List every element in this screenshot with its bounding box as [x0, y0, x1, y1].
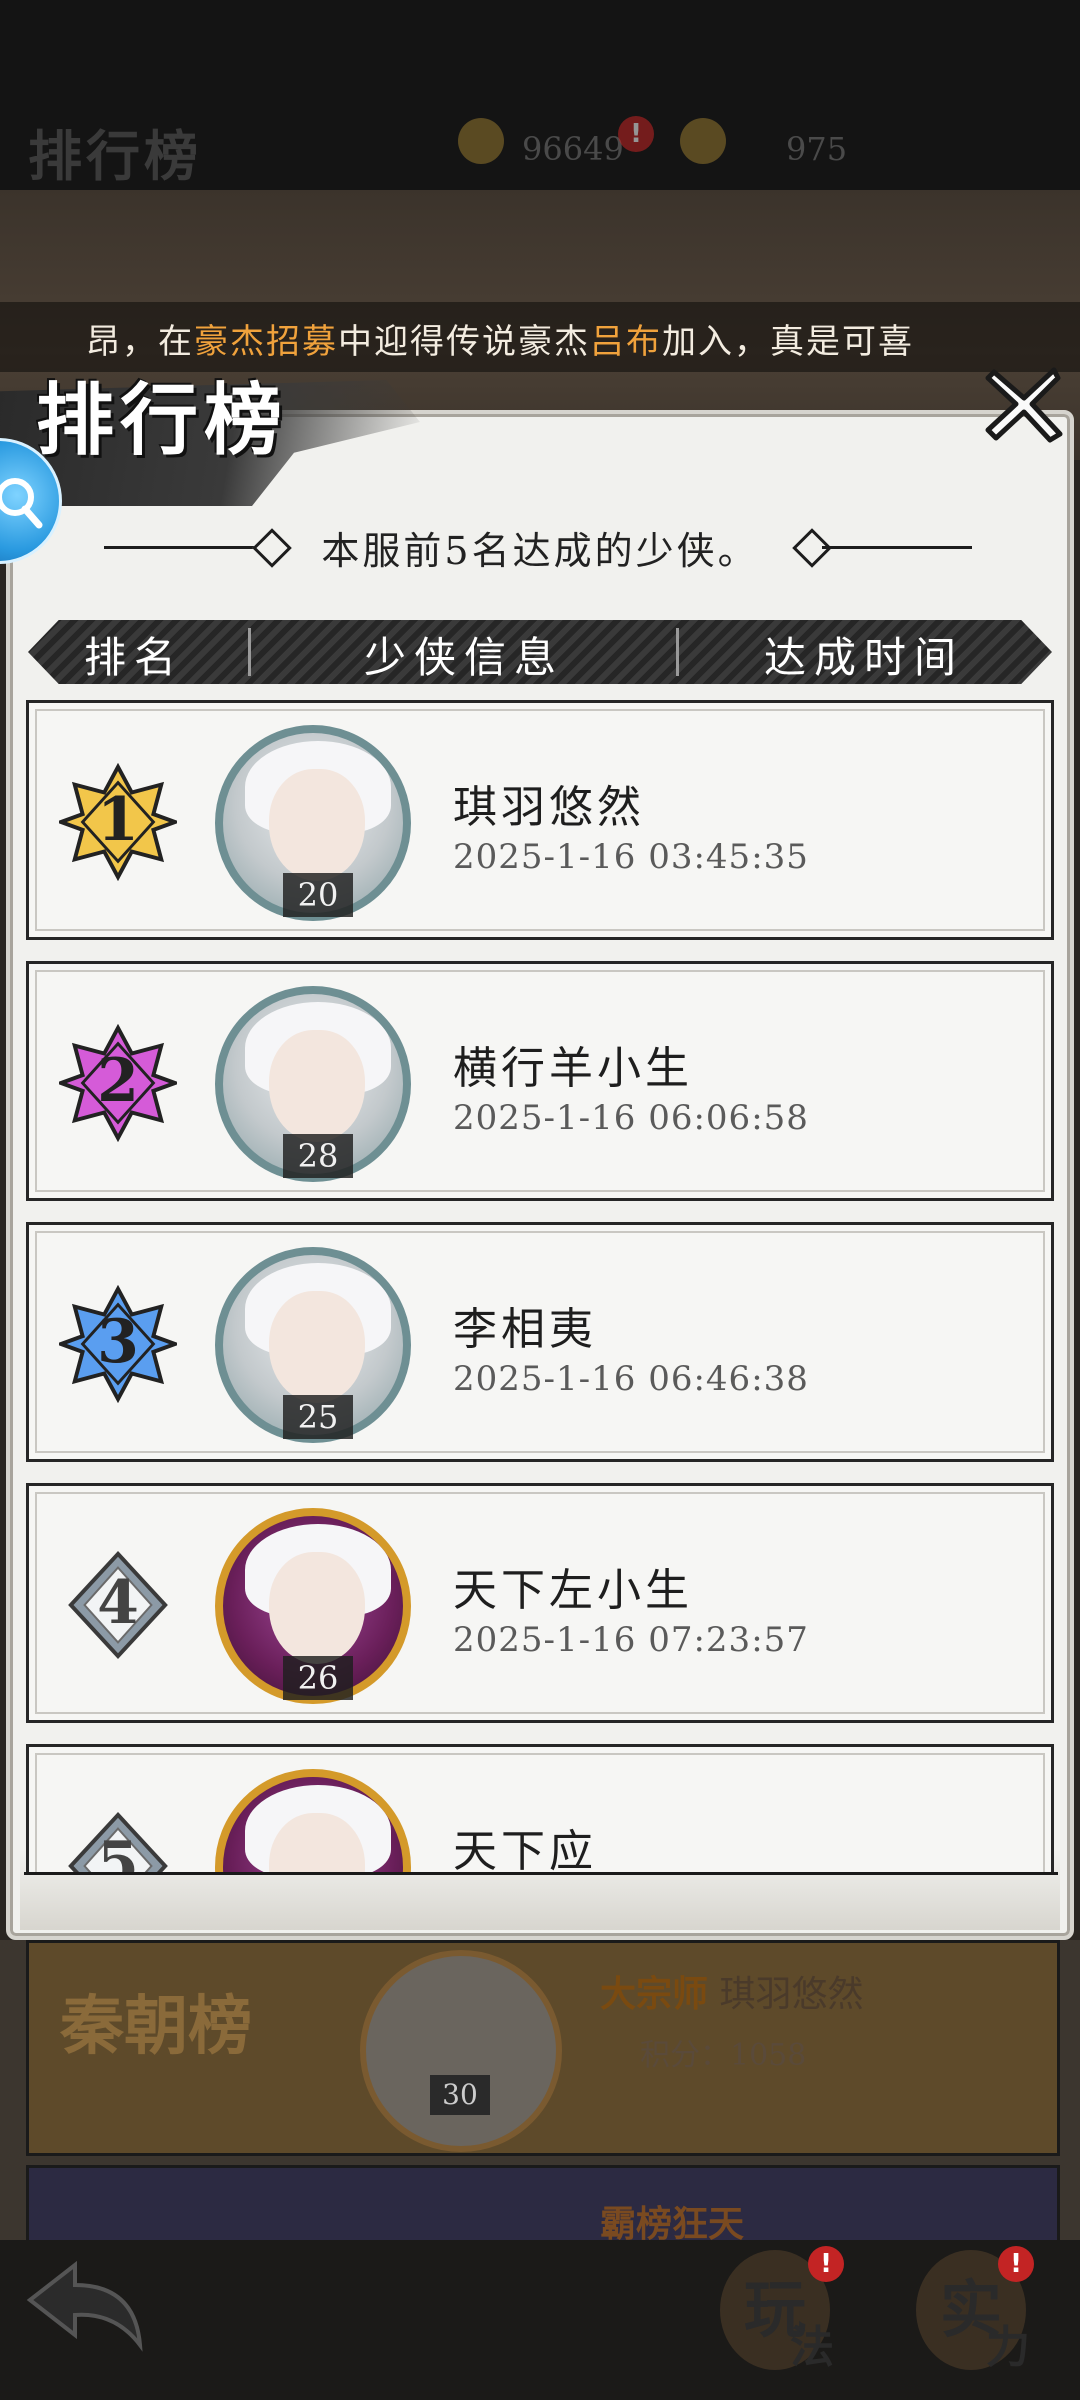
avatar-face	[269, 769, 365, 881]
ranking-row[interactable]: 4 26 天下左小生 2025-1-16 07:23:57	[26, 1483, 1054, 1723]
avatar-face	[269, 1030, 365, 1142]
background-card-score: 积分：1058	[640, 2038, 807, 2073]
achieve-time: 2025-1-16 07:23:57	[453, 1620, 809, 1660]
ingot-icon	[680, 118, 726, 164]
background-card-player-name: 琪羽悠然	[719, 1974, 864, 2015]
rank-number: 3	[97, 1307, 139, 1377]
player-level: 25	[283, 1395, 353, 1439]
rank-badge-icon: 5	[59, 1807, 177, 1875]
player-level: 20	[283, 873, 353, 917]
ranking-row[interactable]: 1 20 琪羽悠然 2025-1-16 03:45:35	[26, 700, 1054, 940]
close-button[interactable]	[984, 364, 1064, 444]
background-card-level: 30	[430, 2075, 490, 2115]
back-button[interactable]	[20, 2250, 150, 2360]
player-name: 琪羽悠然	[453, 782, 645, 833]
gameplay-alert-badge: !	[808, 2246, 844, 2282]
power-button-sub: 力	[986, 2322, 1030, 2373]
avatar-face	[269, 1552, 365, 1664]
background-card-title: 秦朝榜	[60, 1989, 252, 2064]
background-card-player: 大宗师 琪羽悠然	[600, 1965, 863, 2017]
currency-2-value: 975	[786, 130, 848, 168]
ranking-list[interactable]: 1 20 琪羽悠然 2025-1-16 03:45:35 2 28 横行羊小生 2025-1-…	[24, 700, 1058, 1875]
avatar-face	[269, 1291, 365, 1403]
notification-badge: !	[618, 116, 654, 152]
achieve-time: 2025-1-16 06:06:58	[453, 1098, 809, 1138]
ranking-row[interactable]: 5 天下应	[26, 1744, 1054, 1875]
background-card-role: 大宗师	[600, 1973, 709, 2015]
rank-badge-icon: 3	[55, 1284, 181, 1404]
dialog-title: 排行榜	[36, 375, 289, 466]
ranking-row[interactable]: 3 25 李相夷 2025-1-16 06:46:38	[26, 1222, 1054, 1462]
rank-badge-icon: 2	[55, 1023, 181, 1143]
marquee-middle: 中迎得传说豪杰	[338, 322, 590, 362]
rank-badge-icon: 1	[55, 762, 181, 882]
achieve-time: 2025-1-16 06:46:38	[453, 1359, 809, 1399]
player-avatar[interactable]	[215, 1769, 411, 1872]
column-divider	[676, 628, 679, 676]
marquee-suffix: 加入，真是可喜	[662, 322, 914, 362]
gameplay-button-sub: 法	[790, 2322, 834, 2373]
rank-badge-icon: 4	[59, 1546, 177, 1664]
background-card-avatar	[360, 1950, 562, 2152]
gold-coin-icon	[458, 118, 504, 164]
marquee-highlight-recruit: 豪杰招募	[194, 322, 338, 362]
currency-1-value: 96649	[522, 130, 624, 168]
column-divider	[248, 628, 251, 676]
player-level: 28	[283, 1134, 353, 1178]
rank-number: 5	[97, 1829, 139, 1875]
player-level: 26	[283, 1656, 353, 1700]
power-alert-badge: !	[998, 2246, 1034, 2282]
marquee-prefix: 昂，在	[86, 322, 194, 362]
close-icon	[985, 367, 1063, 443]
subtitle-line-right	[822, 546, 972, 549]
achieve-time: 2025-1-16 03:45:35	[453, 837, 809, 877]
column-rank: 排名	[84, 633, 185, 682]
background-page-title: 排行榜	[28, 124, 202, 188]
rank-number: 4	[97, 1568, 139, 1638]
marquee-highlight-hero: 吕布	[590, 322, 662, 362]
back-arrow-icon	[26, 2260, 143, 2352]
rank-number: 2	[97, 1046, 139, 1116]
rank-number: 1	[97, 785, 139, 855]
player-name: 天下应	[453, 1826, 597, 1875]
column-achieve-time: 达成时间	[764, 633, 965, 682]
player-name: 横行羊小生	[453, 1043, 693, 1094]
column-player-info: 少侠信息	[364, 633, 565, 682]
player-name: 天下左小生	[453, 1565, 693, 1616]
player-name: 李相夷	[453, 1304, 597, 1355]
ranking-row[interactable]: 2 28 横行羊小生 2025-1-16 06:06:58	[26, 961, 1054, 1201]
